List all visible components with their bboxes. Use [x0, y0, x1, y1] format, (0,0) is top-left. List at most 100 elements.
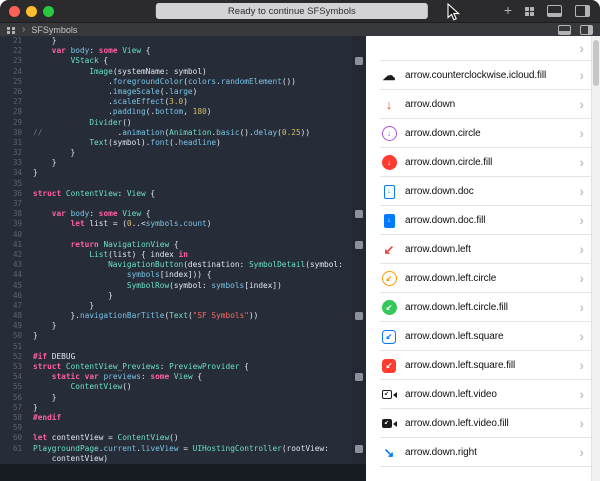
- code-line[interactable]: SymbolRow(symbol: symbols[index]): [33, 281, 352, 291]
- close-button[interactable]: [9, 6, 20, 17]
- code-line[interactable]: symbols[index])) {: [33, 270, 352, 280]
- dock-bottom-icon[interactable]: [547, 5, 562, 17]
- code-line[interactable]: struct ContentView: View {: [33, 189, 352, 199]
- code-line[interactable]: }: [33, 331, 352, 341]
- code-line[interactable]: }: [33, 148, 352, 158]
- code-line[interactable]: }: [33, 291, 352, 301]
- breadcrumb-chevron-icon: ›: [22, 25, 25, 35]
- code-line[interactable]: }: [33, 393, 352, 403]
- symbol-name: arrow.down.left.video: [405, 389, 579, 400]
- inline-result-button[interactable]: [355, 312, 363, 320]
- arrow-icon: ☁: [380, 69, 398, 82]
- code-line[interactable]: }: [33, 321, 352, 331]
- line-numbers: 2122232425262728293031323334353637383940…: [0, 36, 27, 481]
- live-view-toggle-icon[interactable]: [558, 25, 571, 35]
- code-line[interactable]: let list = (0..<symbols.count): [33, 219, 352, 229]
- add-button[interactable]: +: [504, 3, 512, 17]
- code-line[interactable]: var body: some View {: [33, 209, 352, 219]
- activity-text: Ready to continue SFSymbols: [228, 6, 356, 17]
- code-line[interactable]: #endif: [33, 413, 352, 423]
- code-line[interactable]: ContentView(): [33, 382, 352, 392]
- code-line[interactable]: [33, 179, 352, 189]
- code-line[interactable]: contentView): [33, 454, 352, 464]
- code-lines[interactable]: } var body: some View { VStack { Image(s…: [27, 36, 352, 481]
- circle-fill-icon: ↙: [380, 300, 398, 315]
- code-line[interactable]: return NavigationView {: [33, 240, 352, 250]
- doc-fill-icon: ↓: [380, 214, 398, 228]
- view-switcher-icon[interactable]: [7, 27, 16, 34]
- symbol-row[interactable]: ↙arrow.down.left›: [366, 235, 591, 264]
- chevron-right-icon: ›: [579, 242, 584, 256]
- inline-result-button[interactable]: [355, 241, 363, 249]
- breadcrumb-project[interactable]: SFSymbols: [31, 25, 77, 35]
- zoom-button[interactable]: [43, 6, 54, 17]
- code-line[interactable]: .scaleEffect(3.0): [33, 97, 352, 107]
- chevron-right-icon: ›: [579, 184, 584, 198]
- code-line[interactable]: .foregroundColor(colors.randomElement()): [33, 77, 352, 87]
- symbol-row[interactable]: ↙arrow.down.left.circle.fill›: [366, 293, 591, 322]
- inline-result-button[interactable]: [355, 210, 363, 218]
- code-line[interactable]: Image(systemName: symbol): [33, 67, 352, 77]
- symbol-name: arrow.down: [405, 99, 579, 110]
- code-line[interactable]: }.navigationBarTitle(Text("SF Symbols")): [33, 311, 352, 321]
- code-line[interactable]: [33, 230, 352, 240]
- chevron-right-icon: ›: [579, 155, 584, 169]
- dock-right-icon[interactable]: [575, 5, 590, 17]
- code-line[interactable]: }: [33, 403, 352, 413]
- code-line[interactable]: .imageScale(.large): [33, 87, 352, 97]
- code-line[interactable]: Text(symbol).font(.headline): [33, 138, 352, 148]
- code-line[interactable]: }: [33, 36, 352, 46]
- chevron-right-icon: ›: [579, 97, 584, 111]
- code-line[interactable]: #if DEBUG: [33, 352, 352, 362]
- scrollbar[interactable]: [591, 36, 600, 481]
- inline-result-button[interactable]: [355, 57, 363, 65]
- code-line[interactable]: var body: some View {: [33, 46, 352, 56]
- symbol-row[interactable]: ↓arrow.down›: [366, 90, 591, 119]
- symbol-row[interactable]: ↙arrow.down.left.square›: [366, 322, 591, 351]
- code-line[interactable]: let contentView = ContentView(): [33, 433, 352, 443]
- symbol-row[interactable]: ↙arrow.down.left.square.fill›: [366, 351, 591, 380]
- chevron-right-icon: ›: [579, 213, 584, 227]
- code-line[interactable]: static var previews: some View {: [33, 372, 352, 382]
- activity-banner[interactable]: Ready to continue SFSymbols: [156, 3, 428, 19]
- symbol-row[interactable]: ↓arrow.down.circle.fill›: [366, 148, 591, 177]
- mouse-cursor: [447, 3, 460, 22]
- code-line[interactable]: struct ContentView_Previews: PreviewProv…: [33, 362, 352, 372]
- code-line[interactable]: NavigationButton(destination: SymbolDeta…: [33, 260, 352, 270]
- symbol-row[interactable]: ↓arrow.down.doc›: [366, 177, 591, 206]
- chevron-right-icon: ›: [579, 416, 584, 430]
- code-line[interactable]: List(list) { index in: [33, 250, 352, 260]
- symbol-row[interactable]: ↙arrow.down.left.circle›: [366, 264, 591, 293]
- code-line[interactable]: Divider(): [33, 118, 352, 128]
- code-editor[interactable]: 2122232425262728293031323334353637383940…: [0, 36, 352, 481]
- symbol-name: arrow.down.left.square.fill: [405, 360, 579, 371]
- code-line[interactable]: PlaygroundPage.current.liveView = UIHost…: [33, 444, 352, 454]
- inspector-toggle-icon[interactable]: [580, 25, 593, 35]
- symbol-list[interactable]: ›☁arrow.counterclockwise.icloud.fill›↓ar…: [366, 36, 591, 467]
- code-line[interactable]: [33, 199, 352, 209]
- circle-icon: ↙: [380, 271, 398, 286]
- code-line[interactable]: [33, 423, 352, 433]
- code-line[interactable]: }: [33, 301, 352, 311]
- code-line[interactable]: VStack {: [33, 56, 352, 66]
- minimize-button[interactable]: [26, 6, 37, 17]
- inline-result-button[interactable]: [355, 445, 363, 453]
- inline-result-button[interactable]: [355, 373, 363, 381]
- code-line[interactable]: // .animation(Animation.basic().delay(0.…: [33, 128, 352, 138]
- symbol-name: arrow.down.left.circle.fill: [405, 302, 579, 313]
- chevron-right-icon: ›: [579, 358, 584, 372]
- symbol-row[interactable]: ↙arrow.down.left.video›: [366, 380, 591, 409]
- code-line[interactable]: .padding(.bottom, 180): [33, 107, 352, 117]
- code-line[interactable]: }: [33, 158, 352, 168]
- code-line[interactable]: [33, 342, 352, 352]
- scrollbar-thumb[interactable]: [593, 40, 599, 86]
- symbol-row[interactable]: ↘arrow.down.right›: [366, 438, 591, 467]
- symbol-row[interactable]: ↓arrow.down.doc.fill›: [366, 206, 591, 235]
- symbol-row[interactable]: ↓arrow.down.circle›: [366, 119, 591, 148]
- code-line[interactable]: }: [33, 168, 352, 178]
- library-icon[interactable]: [525, 7, 534, 16]
- symbol-row[interactable]: ↙arrow.down.left.video.fill›: [366, 409, 591, 438]
- symbol-row[interactable]: ☁arrow.counterclockwise.icloud.fill›: [366, 61, 591, 90]
- arrow-icon: ↙: [380, 243, 398, 256]
- symbol-row[interactable]: ›: [366, 36, 591, 61]
